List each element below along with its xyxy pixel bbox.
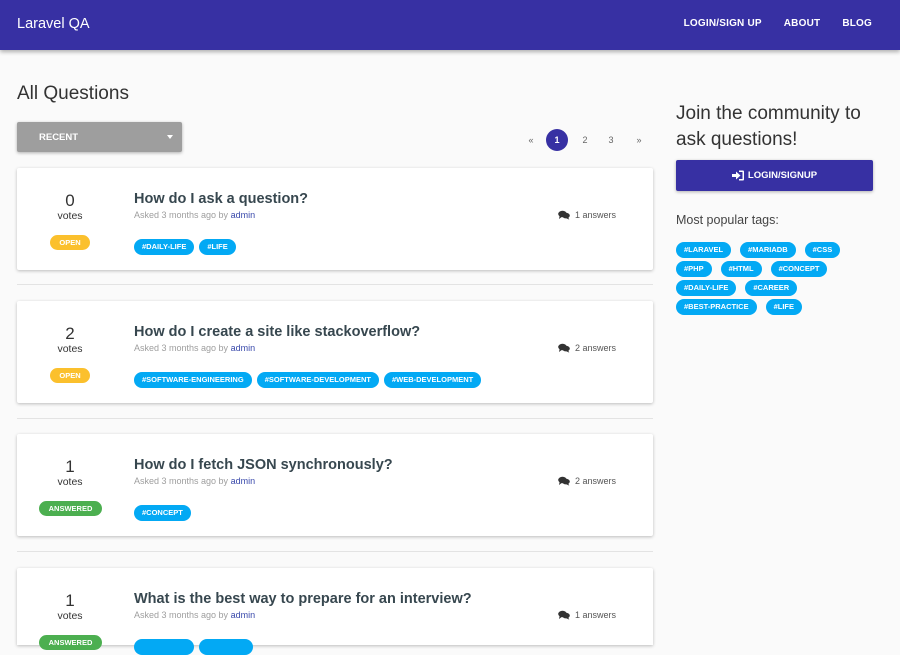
nav-about[interactable]: ABOUT	[784, 18, 821, 29]
vote-count: 2	[65, 324, 75, 343]
question-title[interactable]: How do I create a site like stackoverflo…	[134, 324, 420, 340]
login-signup-button[interactable]: LOGIN/SIGNUP	[676, 160, 873, 191]
sign-in-icon	[731, 170, 744, 181]
question-tags	[134, 639, 253, 655]
tag-chip[interactable]	[199, 639, 253, 655]
sort-dropdown[interactable]: RECENT	[17, 122, 182, 152]
answer-count: 2 answers	[558, 343, 616, 353]
tag-chip[interactable]: #PHP	[676, 261, 712, 277]
status-badge: ANSWERED	[39, 635, 102, 650]
vote-label: votes	[57, 610, 83, 622]
tag-chip[interactable]: #LIFE	[765, 299, 803, 315]
pagination-next[interactable]: »	[628, 129, 650, 151]
question-title[interactable]: How do I ask a question?	[134, 191, 308, 207]
pagination-page-1[interactable]: 1	[546, 129, 568, 151]
pagination-page-2[interactable]: 2	[574, 129, 596, 151]
question-card: 1 votes ANSWERED What is the best way to…	[17, 568, 653, 655]
vote-count: 0	[65, 191, 75, 210]
question-meta: Asked 3 months ago by admin	[134, 343, 255, 353]
question-card: 0 votes OPEN How do I ask a question? As…	[17, 168, 653, 270]
vote-count: 1	[65, 591, 75, 610]
author-link[interactable]: admin	[231, 476, 256, 486]
pagination-prev[interactable]: «	[520, 129, 542, 151]
question-tags: #SOFTWARE-ENGINEERING #SOFTWARE-DEVELOPM…	[134, 372, 482, 388]
divider	[17, 418, 653, 419]
answer-count: 2 answers	[558, 476, 616, 486]
tag-chip[interactable]: #CSS	[804, 242, 841, 258]
question-tags: #DAILY-LIFE #LIFE	[134, 239, 236, 255]
author-link[interactable]: admin	[231, 343, 256, 353]
tag-chip[interactable]: #DAILY-LIFE	[134, 239, 195, 255]
login-signup-label: LOGIN/SIGNUP	[747, 170, 818, 181]
status-badge: ANSWERED	[39, 501, 102, 516]
brand-title[interactable]: Laravel QA	[17, 16, 90, 32]
comments-icon	[558, 476, 570, 486]
pagination-page-3[interactable]: 3	[600, 129, 622, 151]
tag-chip[interactable]: #LIFE	[199, 239, 236, 255]
join-heading: Join the community to ask questions!	[676, 103, 861, 150]
tag-chip[interactable]: #BEST-PRACTICE	[676, 299, 757, 315]
popular-tags-label: Most popular tags:	[676, 213, 779, 227]
question-tags: #CONCEPT	[134, 505, 191, 521]
question-meta: Asked 3 months ago by admin	[134, 476, 255, 486]
author-link[interactable]: admin	[231, 610, 256, 620]
tag-chip[interactable]: #CONCEPT	[770, 261, 828, 277]
comments-icon	[558, 343, 570, 353]
divider	[17, 284, 653, 285]
page-title: All Questions	[17, 83, 129, 104]
question-card: 2 votes OPEN How do I create a site like…	[17, 301, 653, 403]
answer-count: 1 answers	[558, 610, 616, 620]
top-nav: LOGIN/SIGN UP ABOUT BLOG	[684, 18, 872, 29]
vote-label: votes	[57, 210, 83, 222]
comments-icon	[558, 210, 570, 220]
vote-label: votes	[57, 476, 83, 488]
status-badge: OPEN	[50, 235, 90, 250]
answer-count-text: 1 answers	[575, 610, 617, 620]
tag-chip[interactable]	[134, 639, 194, 655]
tag-chip[interactable]: #CAREER	[745, 280, 798, 296]
caret-down-icon	[167, 135, 173, 139]
question-meta: Asked 3 months ago by admin	[134, 610, 255, 620]
top-app-bar: Laravel QA LOGIN/SIGN UP ABOUT BLOG	[0, 0, 900, 50]
sort-dropdown-value: RECENT	[39, 132, 79, 143]
asked-text: Asked 3 months ago by	[134, 210, 229, 220]
author-link[interactable]: admin	[231, 210, 256, 220]
nav-login-signup[interactable]: LOGIN/SIGN UP	[684, 18, 762, 29]
vote-count: 1	[65, 457, 75, 476]
asked-text: Asked 3 months ago by	[134, 343, 229, 353]
question-title[interactable]: How do I fetch JSON synchronously?	[134, 457, 393, 473]
tag-chip[interactable]: #HTML	[720, 261, 762, 277]
answer-count: 1 answers	[558, 210, 616, 220]
question-meta: Asked 3 months ago by admin	[134, 210, 255, 220]
tag-chip[interactable]: #SOFTWARE-DEVELOPMENT	[256, 372, 379, 388]
question-card: 1 votes ANSWERED How do I fetch JSON syn…	[17, 434, 653, 536]
question-title[interactable]: What is the best way to prepare for an i…	[134, 591, 472, 607]
tag-chip[interactable]: #WEB-DEVELOPMENT	[383, 372, 482, 388]
status-badge: OPEN	[50, 368, 90, 383]
tag-chip[interactable]: #MARIADB	[740, 242, 796, 258]
tag-chip[interactable]: #LARAVEL	[676, 242, 732, 258]
popular-tags: #LARAVEL #MARIADB #CSS #PHP #HTML #CONCE…	[676, 242, 876, 315]
answer-count-text: 1 answers	[575, 210, 617, 220]
vote-label: votes	[57, 343, 83, 355]
tag-chip[interactable]: #DAILY-LIFE	[676, 280, 737, 296]
answer-count-text: 2 answers	[575, 343, 617, 353]
tag-chip[interactable]: #SOFTWARE-ENGINEERING	[134, 372, 252, 388]
tag-chip[interactable]: #CONCEPT	[134, 505, 191, 521]
nav-blog[interactable]: BLOG	[842, 18, 872, 29]
divider	[17, 551, 653, 552]
asked-text: Asked 3 months ago by	[134, 610, 229, 620]
answer-count-text: 2 answers	[575, 476, 617, 486]
asked-text: Asked 3 months ago by	[134, 476, 229, 486]
comments-icon	[558, 610, 570, 620]
